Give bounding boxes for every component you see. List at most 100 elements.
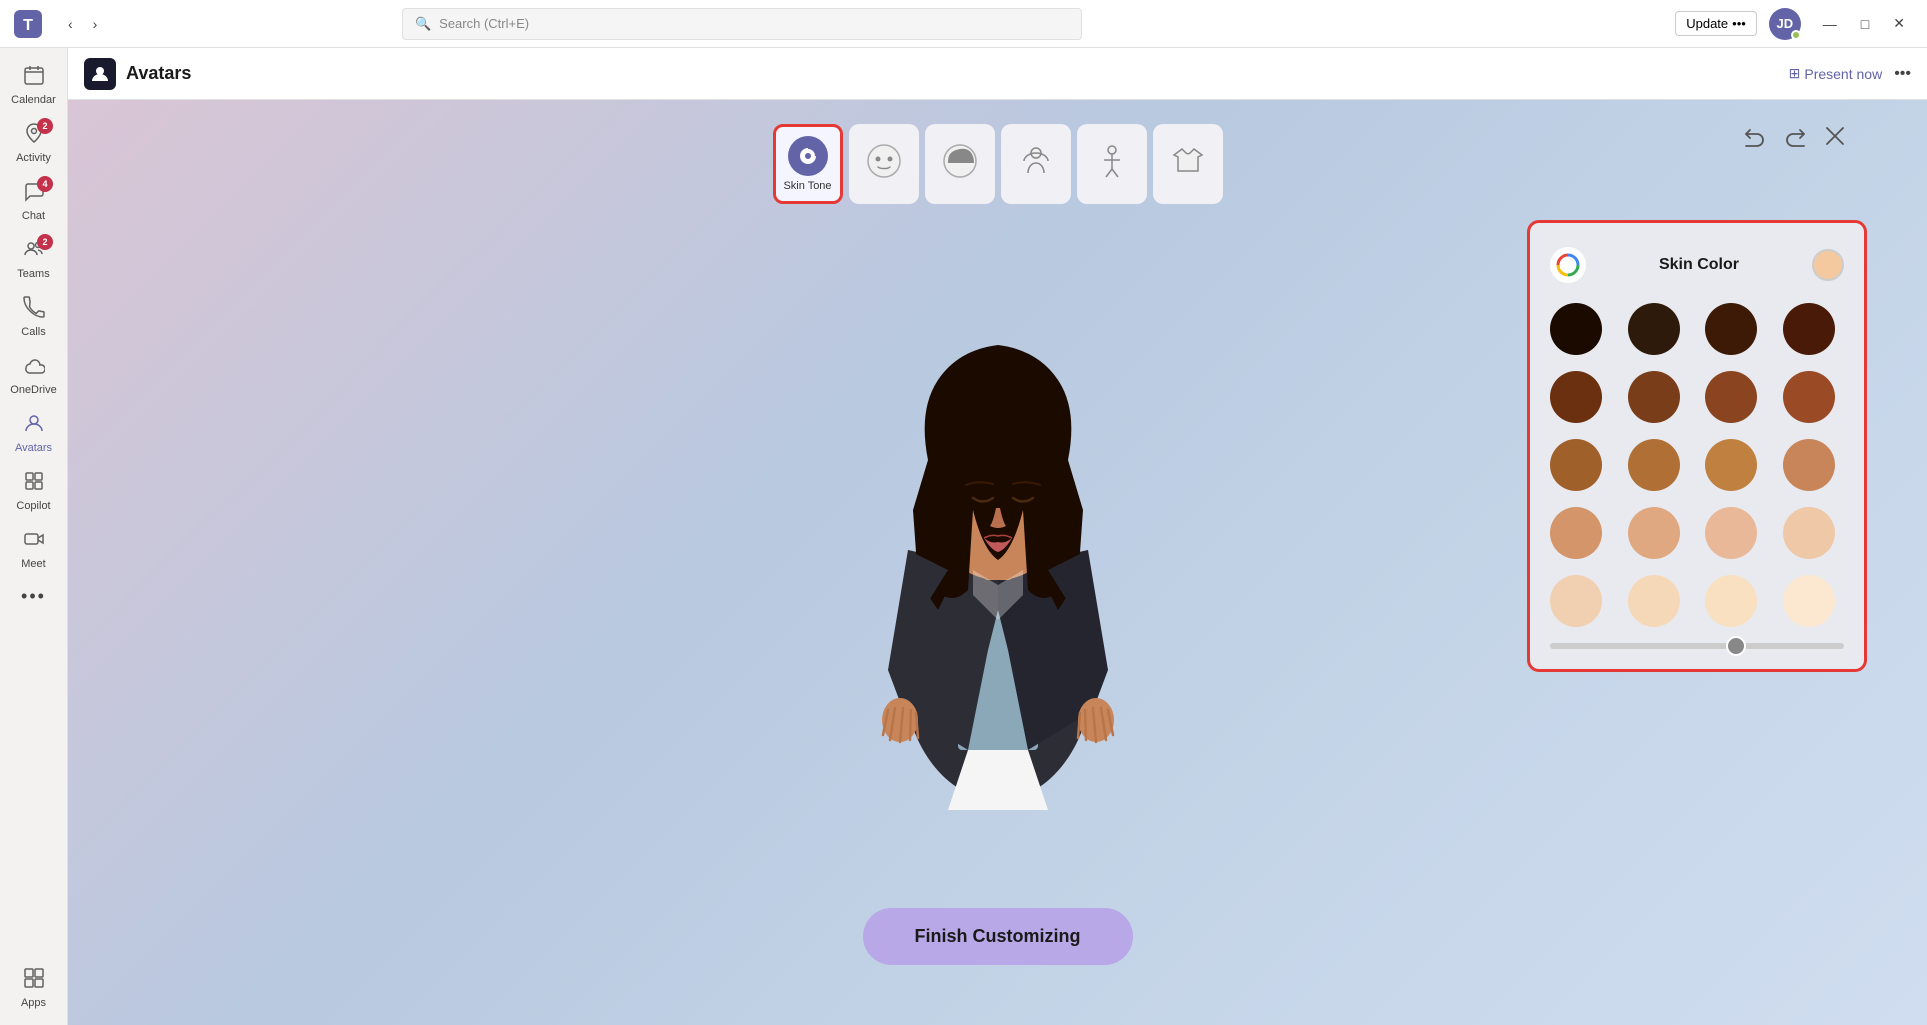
meet-icon	[23, 528, 45, 556]
back-button[interactable]: ‹	[60, 12, 81, 36]
skin-swatch[interactable]	[1628, 303, 1680, 355]
sidebar-item-copilot[interactable]: Copilot	[0, 462, 67, 520]
skin-panel-header: Skin Color	[1550, 247, 1844, 283]
sidebar-item-teams[interactable]: 2 Teams	[0, 230, 67, 288]
apps-icon	[23, 967, 45, 995]
skin-swatch[interactable]	[1550, 303, 1602, 355]
title-bar: T ‹ › 🔍 Search (Ctrl+E) Update ••• JD — …	[0, 0, 1927, 48]
skin-swatch[interactable]	[1550, 439, 1602, 491]
skin-swatch[interactable]	[1628, 507, 1680, 559]
finish-btn-label: Finish Customizing	[915, 926, 1081, 946]
search-icon: 🔍	[415, 16, 431, 32]
teams-badge: 2	[37, 234, 53, 250]
skin-swatch[interactable]	[1783, 371, 1835, 423]
skin-swatch[interactable]	[1783, 507, 1835, 559]
redo-button[interactable]	[1783, 124, 1807, 154]
toolbar-item-pose[interactable]	[1077, 124, 1147, 204]
calendar-icon	[23, 64, 45, 92]
sidebar-item-onedrive[interactable]: OneDrive	[0, 346, 67, 404]
skin-swatch[interactable]	[1550, 371, 1602, 423]
nav-arrows: ‹ ›	[60, 12, 105, 36]
skin-tone-slider[interactable]	[1550, 643, 1844, 649]
title-bar-right: Update ••• JD — □ ✕	[1675, 8, 1915, 40]
app-header-right: ⊞ Present now •••	[1789, 65, 1911, 83]
title-bar-left: T ‹ ›	[12, 8, 105, 40]
skin-swatch[interactable]	[1628, 439, 1680, 491]
sidebar-item-label: Meet	[21, 558, 45, 570]
sidebar: Calendar 2 Activity 4 Chat 2 Teams Calls…	[0, 48, 68, 1025]
app-icon	[84, 58, 116, 90]
undo-button[interactable]	[1743, 124, 1767, 154]
search-placeholder: Search (Ctrl+E)	[439, 16, 529, 31]
sidebar-item-avatars[interactable]: Avatars	[0, 404, 67, 462]
skin-swatch[interactable]	[1705, 507, 1757, 559]
skin-swatch[interactable]	[1783, 303, 1835, 355]
avatars-icon	[23, 412, 45, 440]
skin-swatch[interactable]	[1705, 439, 1757, 491]
chat-badge: 4	[37, 176, 53, 192]
skin-tone-label: Skin Tone	[783, 180, 831, 192]
minimize-button[interactable]: —	[1813, 11, 1847, 36]
sidebar-item-label: OneDrive	[10, 384, 56, 396]
sidebar-bottom: Apps	[0, 959, 67, 1017]
status-dot	[1791, 30, 1801, 40]
sidebar-item-label: Activity	[16, 152, 51, 164]
sidebar-item-label: Avatars	[15, 442, 52, 454]
sidebar-item-apps[interactable]: Apps	[0, 959, 67, 1017]
app-title: Avatars	[126, 63, 191, 84]
toolbar-item-hair[interactable]	[925, 124, 995, 204]
skin-swatch[interactable]	[1550, 575, 1602, 627]
skin-swatch[interactable]	[1783, 439, 1835, 491]
toolbar-item-outfit[interactable]	[1153, 124, 1223, 204]
sidebar-item-calls[interactable]: Calls	[0, 288, 67, 346]
skin-color-panel: Skin Color	[1527, 220, 1867, 672]
skin-color-grid	[1550, 303, 1844, 627]
teams-logo: T	[12, 8, 44, 40]
close-customization-button[interactable]	[1823, 124, 1847, 154]
sidebar-item-chat[interactable]: 4 Chat	[0, 172, 67, 230]
main-area: Avatars ⊞ Present now ••• Skin Tone	[68, 48, 1927, 1025]
skin-swatch[interactable]	[1628, 371, 1680, 423]
avatar[interactable]: JD	[1769, 8, 1801, 40]
toolbar-item-skin-tone[interactable]: Skin Tone	[773, 124, 843, 204]
outfit-icon	[1168, 141, 1208, 187]
sidebar-item-label: Copilot	[16, 500, 50, 512]
forward-button[interactable]: ›	[85, 12, 106, 36]
skin-swatch[interactable]	[1705, 371, 1757, 423]
body-icon	[1016, 141, 1056, 187]
toolbar-item-face[interactable]	[849, 124, 919, 204]
sidebar-item-activity[interactable]: 2 Activity	[0, 114, 67, 172]
toolbar-item-body[interactable]	[1001, 124, 1071, 204]
present-now-icon: ⊞	[1789, 65, 1801, 82]
skin-color-title: Skin Color	[1659, 256, 1739, 274]
finish-customizing-button[interactable]: Finish Customizing	[863, 908, 1133, 965]
sidebar-item-meet[interactable]: Meet	[0, 520, 67, 578]
sidebar-item-more[interactable]: •••	[0, 578, 67, 615]
sidebar-item-label: Calls	[21, 326, 45, 338]
update-button[interactable]: Update •••	[1675, 11, 1757, 36]
app-more-button[interactable]: •••	[1894, 65, 1911, 83]
sidebar-item-label: Calendar	[11, 94, 56, 106]
maximize-button[interactable]: □	[1851, 11, 1879, 36]
skin-swatch[interactable]	[1705, 303, 1757, 355]
app-header: Avatars ⊞ Present now •••	[68, 48, 1927, 100]
face-icon	[864, 141, 904, 188]
skin-tone-icon	[788, 136, 828, 176]
present-now-button[interactable]: ⊞ Present now	[1789, 65, 1883, 82]
skin-swatch[interactable]	[1783, 575, 1835, 627]
skin-swatch[interactable]	[1628, 575, 1680, 627]
skin-slider-thumb[interactable]	[1726, 636, 1746, 656]
search-bar[interactable]: 🔍 Search (Ctrl+E)	[402, 8, 1082, 40]
update-dots: •••	[1732, 16, 1746, 31]
skin-selected-swatch[interactable]	[1812, 249, 1844, 281]
skin-swatch[interactable]	[1550, 507, 1602, 559]
hair-icon	[940, 141, 980, 188]
close-button[interactable]: ✕	[1883, 11, 1915, 36]
skin-swatch[interactable]	[1705, 575, 1757, 627]
sidebar-item-label: Teams	[17, 268, 49, 280]
present-now-label: Present now	[1804, 66, 1882, 82]
copilot-icon	[23, 470, 45, 498]
calls-icon	[23, 296, 45, 324]
sidebar-item-calendar[interactable]: Calendar	[0, 56, 67, 114]
svg-text:T: T	[23, 17, 33, 34]
